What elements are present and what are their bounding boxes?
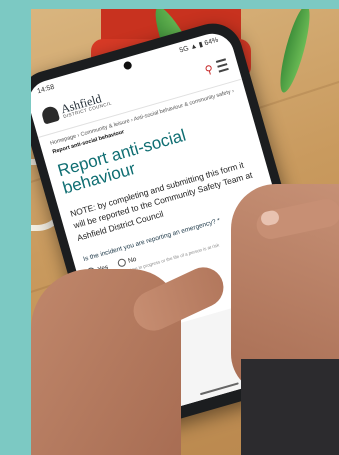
status-time: 14:58 bbox=[36, 83, 56, 95]
sleeve bbox=[241, 359, 339, 455]
aloe-leaf bbox=[274, 9, 316, 95]
search-icon[interactable]: ⚲ bbox=[203, 62, 214, 77]
radio-no[interactable] bbox=[116, 258, 127, 268]
menu-icon[interactable] bbox=[215, 57, 229, 73]
photo: 14:58 5G ▲ ▮ 64% Ashfield DISTRICT COUNC… bbox=[31, 9, 339, 455]
tree-icon bbox=[40, 104, 61, 125]
option-no-label: No bbox=[127, 255, 138, 265]
